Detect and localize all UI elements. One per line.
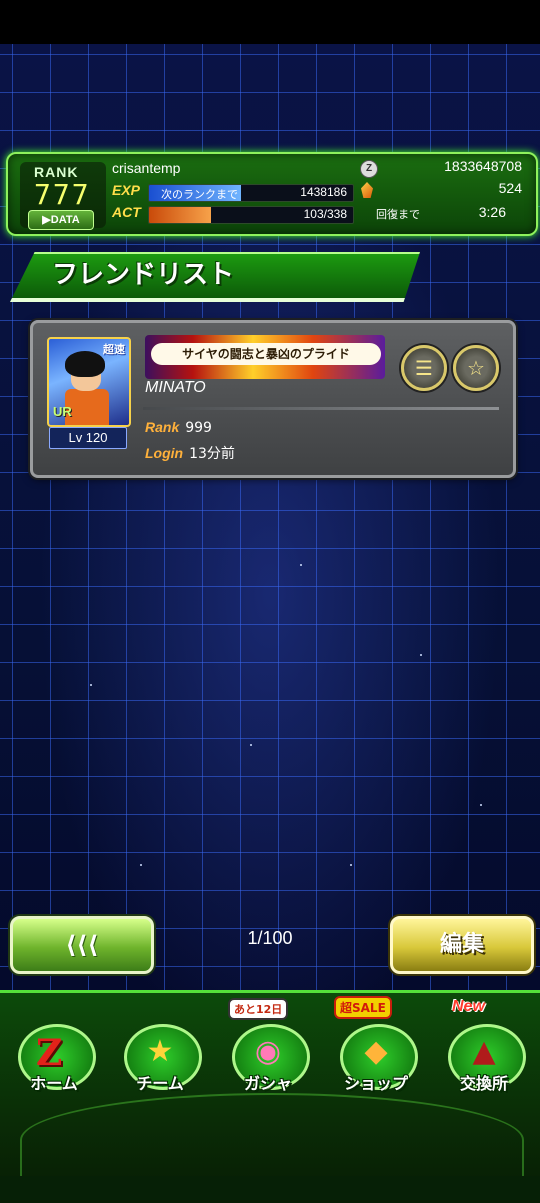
page-indicator: 1/100 xyxy=(247,928,293,948)
nav-shop[interactable]: 超SALE ◆ ショップ xyxy=(328,996,424,1098)
exp-bar: 次のランクまで 1438186 xyxy=(148,184,354,202)
nav-gasha[interactable]: あと12日 ◉ ガシャ xyxy=(220,998,316,1098)
dragon-stone-icon xyxy=(361,182,373,198)
nav-gasha-label: ガシャ xyxy=(243,1074,292,1093)
friend-login-label: Login xyxy=(145,445,184,461)
zeni-value: 1833648708 xyxy=(444,158,522,174)
act-label: ACT xyxy=(112,204,141,220)
nav-exchange-label: 交換所 xyxy=(459,1074,508,1093)
exp-value: 1438186 xyxy=(300,185,347,199)
type-badge: 超速 xyxy=(103,343,125,356)
nav-team[interactable]: ★ チーム xyxy=(112,1012,208,1098)
zeni-icon: Z xyxy=(360,160,378,178)
player-header: RANK 777 ▶DATA crisantemp EXP 次のランクまで 14… xyxy=(6,152,538,236)
data-button[interactable]: ▶DATA xyxy=(28,210,94,230)
act-bar: 103/338 xyxy=(148,206,354,224)
nav-home-label: ホーム xyxy=(30,1074,78,1093)
character-level: Lv 120 xyxy=(49,427,127,449)
exchange-icon: ▲ xyxy=(472,1034,496,1069)
nav-home[interactable]: Z ホーム xyxy=(6,1012,102,1098)
act-value: 103/338 xyxy=(303,207,347,221)
shop-sale-badge: 超SALE xyxy=(334,996,392,1019)
character-portrait[interactable]: 超速 UR xyxy=(47,337,131,427)
gasha-capsule-icon: ◉ xyxy=(254,1034,282,1069)
rank-value: 777 xyxy=(34,178,91,211)
recover-label: 回復まで xyxy=(376,208,420,221)
friend-login: Login 13分前 xyxy=(145,443,235,463)
system-nav-bar xyxy=(0,1176,540,1200)
friend-rank-value: 999 xyxy=(185,420,212,436)
gasha-badge: あと12日 xyxy=(228,998,289,1020)
exp-sub-label: 次のランクまで xyxy=(161,188,238,201)
team-icon: ★ xyxy=(146,1034,174,1069)
username: crisantemp xyxy=(112,160,181,176)
stones-value: 524 xyxy=(498,180,522,196)
status-bar xyxy=(0,0,540,44)
leader-skill-text: サイヤの闘志と暴凶のプライド xyxy=(151,343,381,365)
shop-stone-icon: ◆ xyxy=(364,1034,388,1069)
rarity-badge: UR xyxy=(53,404,72,419)
page-title: フレンドリスト xyxy=(52,260,235,290)
edit-button[interactable]: 編集 xyxy=(390,916,534,974)
z-logo-icon: Z xyxy=(36,1032,63,1074)
nav-exchange[interactable]: New ▲ 交換所 xyxy=(436,998,532,1098)
nav-team-label: チーム xyxy=(136,1074,184,1093)
back-button[interactable]: ⟨⟨⟨ xyxy=(10,916,154,974)
friend-rank: Rank 999 xyxy=(145,419,212,436)
friend-name: MINATO xyxy=(145,379,206,396)
act-bar-fill xyxy=(149,207,212,223)
nav-shop-label: ショップ xyxy=(343,1074,408,1093)
star-icon[interactable]: ☆ xyxy=(453,345,499,391)
exp-label: EXP xyxy=(112,182,141,198)
list-icon[interactable]: ☰ xyxy=(401,345,447,391)
friend-rank-label: Rank xyxy=(145,419,180,435)
recover-time: 3:26 xyxy=(478,204,506,220)
new-badge: New xyxy=(452,998,485,1015)
friend-card[interactable]: 超速 UR Lv 120 サイヤの闘志と暴凶のプライド ☰ ☆ MINATO R… xyxy=(30,320,516,478)
divider xyxy=(143,407,499,410)
friend-login-value: 13分前 xyxy=(189,446,235,462)
